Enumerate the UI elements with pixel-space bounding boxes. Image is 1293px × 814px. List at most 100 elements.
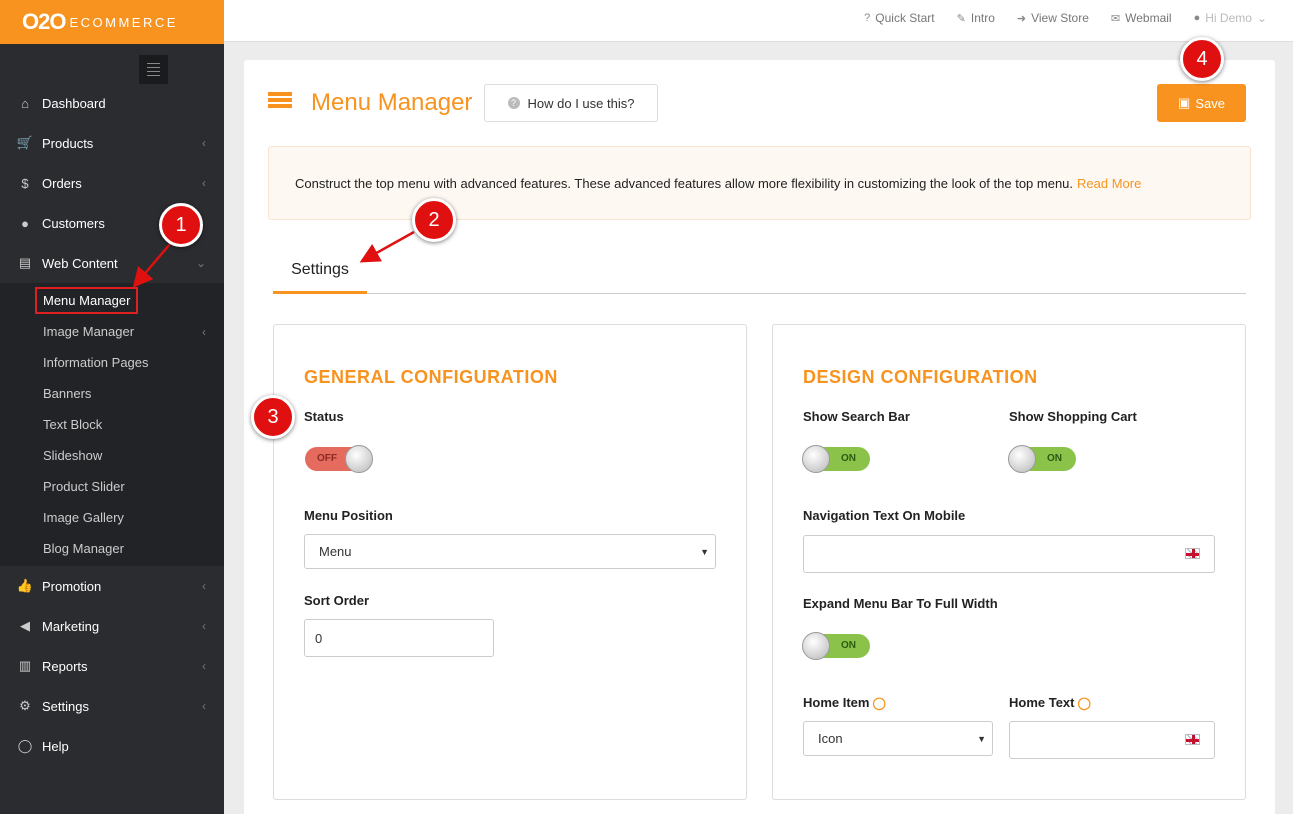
- submenu-item-product-slider[interactable]: Product Slider: [0, 471, 224, 502]
- sidebar-item-dashboard[interactable]: ⌂ Dashboard: [0, 83, 224, 123]
- status-toggle[interactable]: OFF: [305, 445, 373, 473]
- sidebar-item-label: Web Content: [42, 255, 118, 271]
- user-menu[interactable]: ● Hi Demo ⌄: [1194, 11, 1267, 25]
- floppy-disk-icon: ▣: [1178, 95, 1191, 110]
- quick-start-link[interactable]: ? Quick Start: [864, 11, 934, 25]
- submenu-item-image-gallery[interactable]: Image Gallery: [0, 502, 224, 533]
- submenu-item-image-manager[interactable]: Image Manager ‹: [0, 316, 224, 347]
- navigation-text-label: Navigation Text On Mobile: [803, 508, 966, 523]
- sidebar-item-label: Customers: [42, 215, 105, 231]
- chevron-left-icon: ‹: [202, 324, 206, 339]
- menu-position-select[interactable]: Menu ▼: [304, 534, 716, 569]
- sidebar-item-web-content[interactable]: ▤ Web Content ⌄: [0, 243, 224, 283]
- expand-menu-bar-label: Expand Menu Bar To Full Width: [803, 596, 998, 611]
- annotation-badge-1: 1: [159, 203, 203, 247]
- design-configuration-heading: DESIGN CONFIGURATION: [803, 367, 1038, 387]
- gears-icon: ⚙: [19, 698, 31, 713]
- home-item-select[interactable]: Icon ▼: [803, 721, 993, 756]
- logo-brand: O2O: [22, 9, 66, 34]
- home-text-label: Home Text ◯: [1009, 695, 1091, 710]
- user-icon: ●: [1193, 12, 1201, 24]
- tabs: Settings: [273, 248, 1246, 294]
- sidebar-item-label: Products: [42, 135, 94, 151]
- menu-position-label: Menu Position: [304, 508, 393, 523]
- show-search-bar-toggle[interactable]: ON: [802, 445, 870, 473]
- sidebar-item-settings[interactable]: ⚙ Settings ‹: [0, 686, 224, 726]
- sidebar-item-label: Dashboard: [42, 95, 106, 111]
- uk-flag-icon: [1185, 548, 1200, 559]
- sidebar-item-reports[interactable]: ▥ Reports ‹: [0, 646, 224, 686]
- home-text-input[interactable]: [1009, 721, 1215, 759]
- submenu-item-blog-manager[interactable]: Blog Manager: [0, 533, 224, 564]
- annotation-badge-4: 4: [1180, 37, 1224, 81]
- user-icon: ●: [21, 215, 29, 231]
- top-bar: ? Quick Start ✎ Intro ➜ View Store ✉ Webmail…: [224, 0, 1293, 42]
- general-configuration-card: GENERAL CONFIGURATION Status OFF Menu Po…: [273, 324, 747, 800]
- sort-order-input[interactable]: 0: [304, 619, 494, 657]
- submenu-item-slideshow[interactable]: Slideshow: [0, 440, 224, 471]
- chevron-down-icon: ⌄: [1256, 11, 1267, 25]
- status-label: Status: [304, 409, 344, 424]
- submenu-item-banners[interactable]: Banners: [0, 378, 224, 409]
- page-title: Menu Manager: [311, 89, 473, 116]
- chevron-left-icon: ‹: [202, 579, 206, 593]
- chevron-left-icon: ‹: [202, 699, 206, 713]
- caret-down-icon: ▼: [977, 733, 986, 744]
- sidebar-item-label: Marketing: [42, 618, 100, 634]
- read-more-link[interactable]: Read More: [1077, 176, 1141, 191]
- submenu-item-text-block[interactable]: Text Block: [0, 409, 224, 440]
- navigation-text-input[interactable]: [803, 535, 1215, 573]
- logo[interactable]: O2O ECOMMERCE: [0, 0, 224, 44]
- chevron-down-icon: ⌄: [195, 256, 206, 270]
- sidebar-item-label: Help: [42, 738, 69, 754]
- sort-order-label: Sort Order: [304, 593, 370, 608]
- top-nav: ? Quick Start ✎ Intro ➜ View Store ✉ Webmail…: [864, 0, 1267, 36]
- caret-down-icon: ▼: [700, 546, 709, 557]
- general-configuration-heading: GENERAL CONFIGURATION: [304, 367, 558, 387]
- menu-manager-icon: [268, 92, 292, 112]
- envelope-icon: ✉: [1110, 12, 1121, 25]
- hamburger-icon: [147, 63, 160, 64]
- webmail-link[interactable]: ✉ Webmail: [1111, 11, 1172, 25]
- chevron-left-icon: ‹: [202, 619, 206, 633]
- book-icon: ▤: [18, 255, 32, 270]
- help-button[interactable]: ? How do I use this?: [484, 84, 658, 122]
- submenu-item-menu-manager[interactable]: Menu Manager: [0, 285, 224, 316]
- annotation-badge-2: 2: [412, 198, 456, 242]
- home-item-label: Home Item ◯: [803, 695, 886, 710]
- sidebar-nav: ⌂ Dashboard 🛒 Products ‹ $ Orders ‹ ● Cu…: [0, 83, 224, 766]
- comment-icon[interactable]: ◯: [1078, 696, 1091, 710]
- dollar-icon: $: [21, 175, 29, 191]
- sidebar-item-label: Reports: [42, 658, 88, 674]
- tab-settings[interactable]: Settings: [273, 248, 367, 294]
- sidebar-item-orders[interactable]: $ Orders ‹: [0, 163, 224, 203]
- chevron-left-icon: ‹: [202, 659, 206, 673]
- comment-icon[interactable]: ◯: [872, 696, 885, 710]
- question-circle-icon: ?: [507, 97, 520, 109]
- toggle-knob: [1008, 445, 1036, 473]
- save-button[interactable]: ▣ Save: [1157, 84, 1246, 122]
- view-store-link[interactable]: ➜ View Store: [1017, 11, 1089, 25]
- megaphone-icon: ◀: [20, 618, 30, 633]
- sidebar: O2O ECOMMERCE ⌂ Dashboard 🛒 Products ‹ $…: [0, 0, 224, 814]
- intro-link[interactable]: ✎ Intro: [957, 11, 995, 25]
- toggle-knob: [802, 632, 830, 660]
- sidebar-item-promotion[interactable]: 👍 Promotion ‹: [0, 566, 224, 606]
- sidebar-toggle-button[interactable]: [139, 55, 168, 84]
- show-shopping-cart-toggle[interactable]: ON: [1008, 445, 1076, 473]
- magic-wand-icon: ✎: [956, 12, 966, 25]
- expand-menu-bar-toggle[interactable]: ON: [802, 632, 870, 660]
- sidebar-item-help[interactable]: ◯ Help: [0, 726, 224, 766]
- sidebar-item-products[interactable]: 🛒 Products ‹: [0, 123, 224, 163]
- uk-flag-icon: [1185, 734, 1200, 745]
- annotation-badge-3: 3: [251, 395, 295, 439]
- toggle-knob: [345, 445, 373, 473]
- home-icon: ⌂: [21, 95, 29, 111]
- toggle-knob: [802, 445, 830, 473]
- bar-chart-icon: ▥: [18, 658, 32, 673]
- cart-icon: 🛒: [16, 135, 34, 150]
- submenu-item-information-pages[interactable]: Information Pages: [0, 347, 224, 378]
- design-configuration-card: DESIGN CONFIGURATION Show Search Bar ON …: [772, 324, 1246, 800]
- comment-icon: ◯: [17, 738, 33, 753]
- sidebar-item-marketing[interactable]: ◀ Marketing ‹: [0, 606, 224, 646]
